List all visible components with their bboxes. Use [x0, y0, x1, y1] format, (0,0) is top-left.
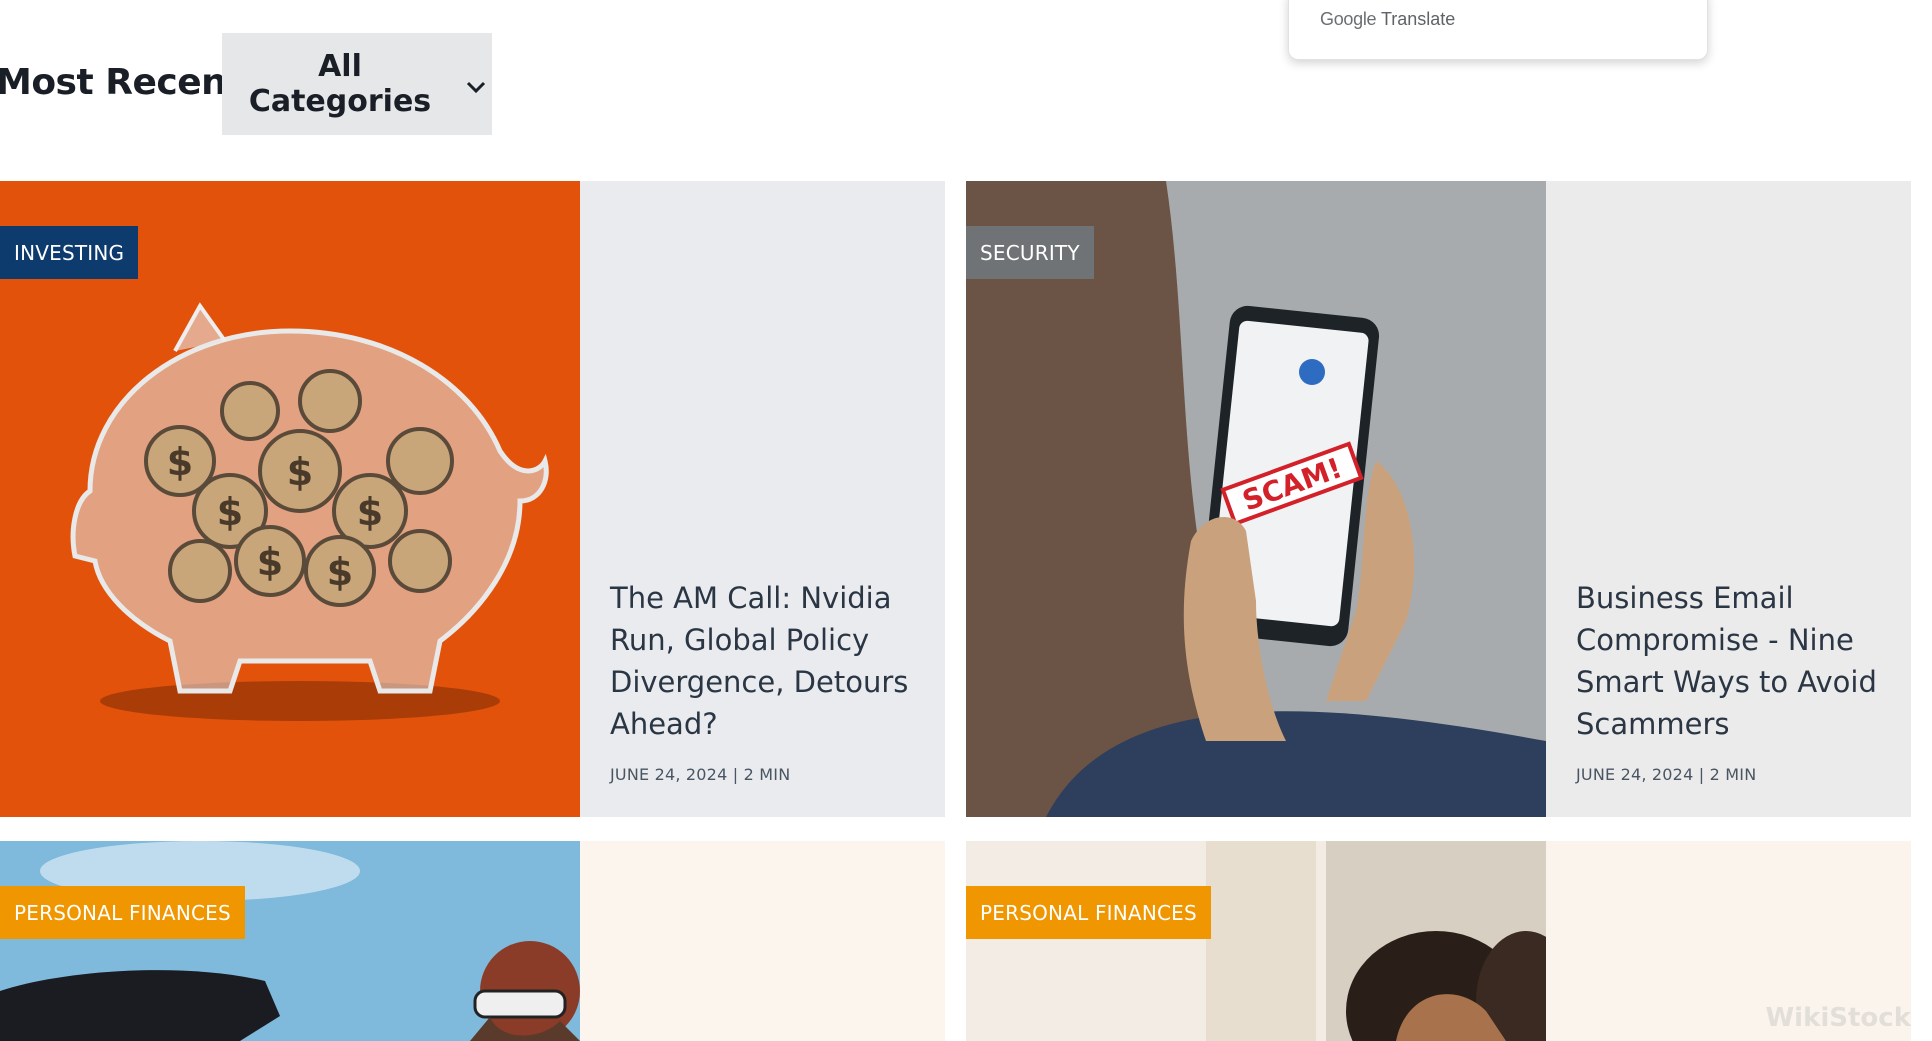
- svg-text:$: $: [217, 490, 243, 534]
- article-title[interactable]: The AM Call: Nvidia Run, Global Policy D…: [610, 577, 925, 745]
- woman-car-image: [0, 841, 580, 1041]
- article-image[interactable]: PERSONAL FINANCES: [0, 841, 580, 1041]
- translate-label: Translate: [1380, 9, 1456, 29]
- article-image[interactable]: $ $ $ $ $ $ INVESTING: [0, 181, 580, 817]
- category-badge[interactable]: PERSONAL FINANCES: [0, 886, 245, 939]
- google-brand-text: Google: [1320, 9, 1377, 29]
- article-text-panel: [580, 841, 945, 1041]
- article-image[interactable]: PERSONAL FINANCES: [966, 841, 1546, 1041]
- svg-text:$: $: [357, 490, 383, 534]
- article-image[interactable]: SCAM! SECURITY: [966, 181, 1546, 817]
- article-card-personal-finances[interactable]: PERSONAL FINANCES: [0, 841, 945, 1041]
- article-meta: JUNE 24, 2024 | 2 MIN: [610, 765, 791, 784]
- category-badge[interactable]: INVESTING: [0, 226, 139, 279]
- svg-text:$: $: [167, 440, 193, 484]
- article-card-security[interactable]: SCAM! SECURITY Business Email Compromise…: [966, 181, 1911, 817]
- category-filter-label: All Categories: [248, 49, 432, 119]
- section-title: Most Recent: [0, 62, 243, 103]
- google-translate-popup[interactable]: Google Translate: [1288, 0, 1708, 60]
- article-meta: JUNE 24, 2024 | 2 MIN: [1576, 765, 1757, 784]
- category-filter-dropdown[interactable]: All Categories: [222, 33, 492, 135]
- google-translate-logo: Google Translate: [1320, 9, 1455, 30]
- watermark-logo: WikiStock: [1765, 1003, 1911, 1033]
- svg-text:$: $: [257, 540, 283, 584]
- couple-image: [966, 841, 1546, 1041]
- category-badge[interactable]: SECURITY: [966, 226, 1094, 279]
- svg-text:$: $: [287, 450, 313, 494]
- article-text-panel: Business Email Compromise - Nine Smart W…: [1546, 181, 1911, 817]
- category-badge[interactable]: PERSONAL FINANCES: [966, 886, 1211, 939]
- article-card-personal-finances[interactable]: PERSONAL FINANCES WikiStock: [966, 841, 1911, 1041]
- article-text-panel: The AM Call: Nvidia Run, Global Policy D…: [580, 181, 945, 817]
- chevron-down-icon: [466, 67, 486, 102]
- article-title[interactable]: Business Email Compromise - Nine Smart W…: [1576, 577, 1891, 745]
- svg-text:$: $: [327, 550, 353, 594]
- article-card-investing[interactable]: $ $ $ $ $ $ INVESTING The AM Call: Nvidia Ru…: [0, 181, 945, 817]
